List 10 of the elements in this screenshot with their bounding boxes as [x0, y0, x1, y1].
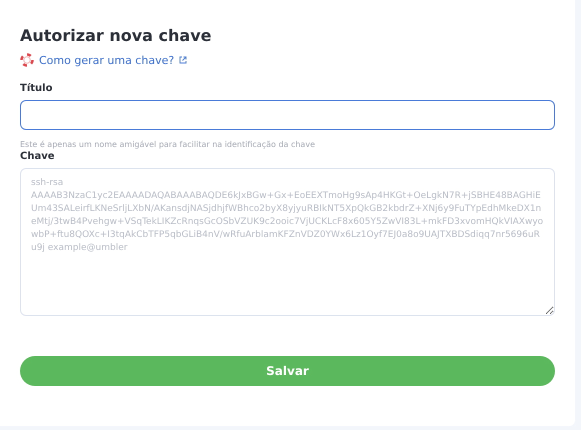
title-input[interactable] [20, 100, 555, 130]
key-textarea[interactable]: ssh-rsa AAAAB3NzaC1yc2EAAAADAQABAAABAQDE6kJxBGw+Gx+EoEEXTmoHg9sAp4HKGt+OeLgkN7R+jSBHE48BAGHiEUm43SALeirfLKNeSrljLXbN/AKansdjNASjdhjfWBhco2byX8yjyuRBIkNT5XpQkGB2kbdrZ+XNj6y9FuTYpEdhMkeDX1neMtj/3twB4Pvehgw+VSqTekLIKZcRnqsGcOSbVZUK9c2ooic7VjUCKLcF8x605Y5ZwVI83L+mkFD3xvomHQkVIAXwyowbP+ftu8QOXc+I3tqAkCbTFP5qbGLiB4nV/wRfuArblamKFZnVDZ0YWx6Lz1Oyf7EJ0a8o9UAJTXBDSdiqq7nr5696uRu9j example@umbler [20, 168, 555, 316]
help-link[interactable]: Como gerar uma chave? [39, 54, 174, 66]
field-hint: Este é apenas um nome amigável para facilitar na identificação da chave [20, 140, 316, 149]
lifebuoy-icon [20, 53, 34, 67]
field-label: Título [20, 83, 54, 94]
save-button[interactable]: Salvar [20, 356, 555, 386]
external-link-icon [179, 56, 188, 64]
dialog-title: Autorizar nova chave [20, 26, 212, 45]
field-label: Chave [20, 151, 56, 162]
